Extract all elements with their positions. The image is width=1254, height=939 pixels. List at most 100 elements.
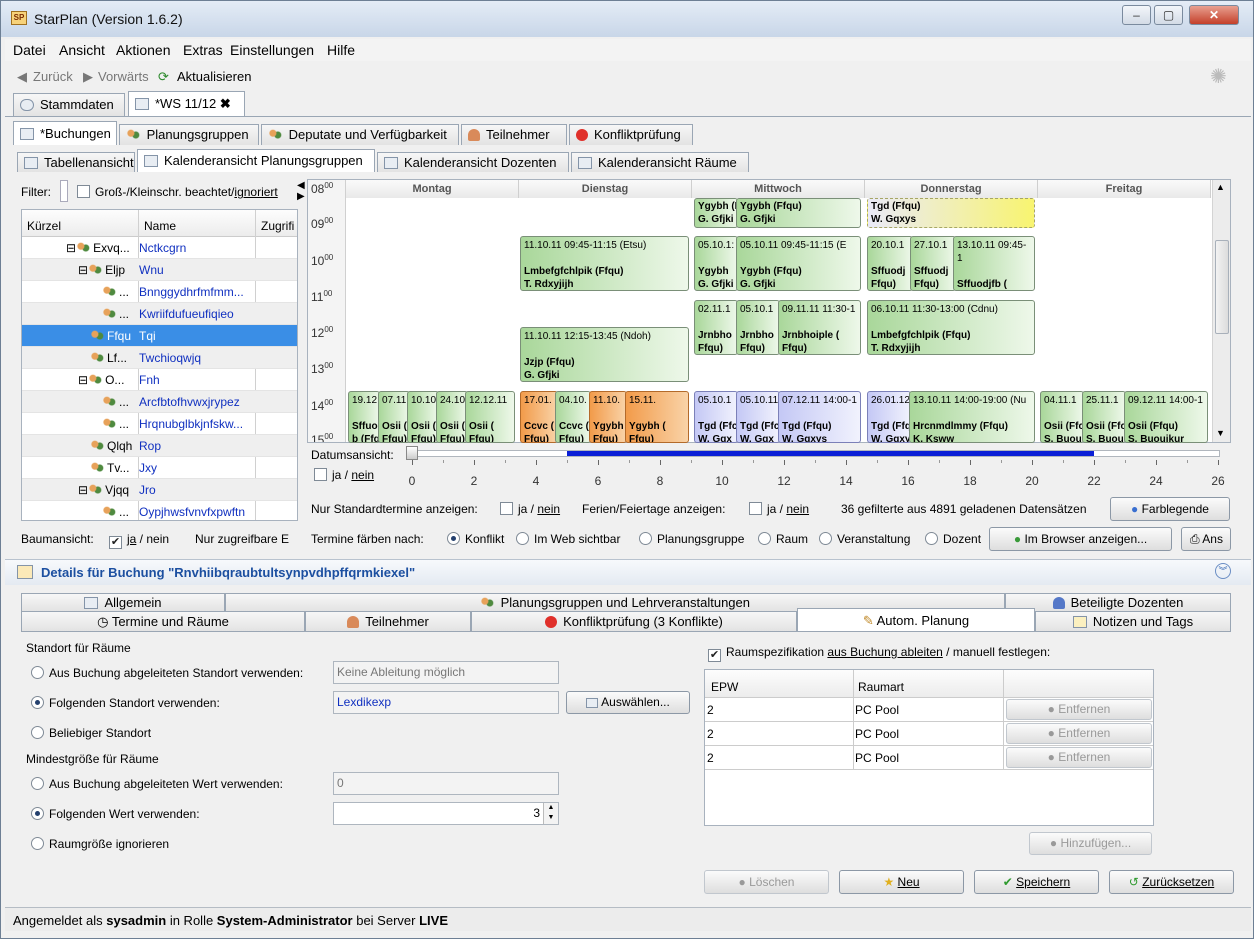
room-spec-option[interactable]: ✔ Raumspezifikation aus Buchung ableiten … xyxy=(708,645,1050,662)
forward-button[interactable]: Vorwärts xyxy=(98,69,149,84)
print-button[interactable]: ⎙ Ans xyxy=(1181,527,1231,551)
tab-beteiligte-dozenten[interactable]: Beteiligte Dozenten xyxy=(1005,593,1231,611)
tab-termine-raeume[interactable]: ◷ Termine und Räume xyxy=(21,611,305,631)
tab-teilnehmer[interactable]: Teilnehmer xyxy=(461,124,567,145)
event-block[interactable]: 05.10.11 09:45-11:15 (E Ygybh (Ffqu) G. G… xyxy=(736,236,861,291)
event-block[interactable]: 11.10. Ygybh Ffqu) xyxy=(589,391,627,443)
event-block[interactable]: Ygybh (Ffqu) G. Gfjki xyxy=(694,198,738,228)
event-block[interactable]: 09.12.11 14:00-1 Osii (Ffqu) S. Buoujkur xyxy=(1124,391,1208,443)
ignore-link[interactable]: ignoriert xyxy=(234,185,277,199)
room-spec-link[interactable]: aus Buchung ableiten xyxy=(827,645,942,659)
color-by-veranstaltung[interactable]: Veranstaltung xyxy=(819,532,910,546)
size-ignore-radio[interactable]: Raumgröße ignorieren xyxy=(31,837,169,851)
event-block[interactable]: 25.11.1 Osii (Ffc S. Buou xyxy=(1082,391,1126,443)
color-by-web[interactable]: Im Web sichtbar xyxy=(516,532,620,546)
tree-row[interactable]: ⊟ Exvq... Nctkcgrn xyxy=(22,237,297,259)
loc-derived-radio[interactable]: Aus Buchung abgeleiteten Standort verwen… xyxy=(31,666,303,680)
tab-teilnehmer-detail[interactable]: Teilnehmer xyxy=(305,611,471,631)
col-epw[interactable]: EPW xyxy=(711,680,738,694)
size-fixed-radio[interactable]: Folgenden Wert verwenden: xyxy=(31,807,200,821)
tree-row[interactable]: ... Oypjhwsfvnvfxpwftn xyxy=(22,501,297,520)
tab-notizen[interactable]: Notizen und Tags xyxy=(1035,611,1231,631)
calendar-scrollbar[interactable]: ▲ ▼ xyxy=(1212,180,1230,442)
add-room-button[interactable]: ● Hinzufügen... xyxy=(1029,832,1152,855)
save-button[interactable]: ✔ Speichern xyxy=(974,870,1099,894)
event-block[interactable]: Tgd (Ffqu) W. Gqxys xyxy=(867,198,1035,228)
tree-row[interactable]: Tv... Jxy xyxy=(22,457,297,479)
loc-fixed-radio[interactable]: Folgenden Standort verwenden: xyxy=(31,696,220,710)
scroll-down-icon[interactable]: ▼ xyxy=(1216,428,1225,438)
room-row[interactable]: 2 PC Pool ● Entfernen xyxy=(705,722,1153,746)
color-by-konflikt[interactable]: Konflikt xyxy=(447,532,504,546)
refresh-button[interactable]: Aktualisieren xyxy=(177,69,251,84)
event-block[interactable]: 07.11 Osii ( Ffqu) xyxy=(378,391,410,443)
back-button[interactable]: Zurück xyxy=(33,69,73,84)
collapse-icon[interactable]: ⊟ xyxy=(78,263,88,277)
color-by-planungsgruppe[interactable]: Planungsgruppe xyxy=(639,532,744,546)
tab-allgemein[interactable]: Allgemein xyxy=(21,593,225,611)
col-zugriff[interactable]: Zugrifi xyxy=(261,219,294,233)
tab-kalender-dozenten[interactable]: Kalenderansicht Dozenten xyxy=(377,152,569,172)
new-button[interactable]: ★ Neu xyxy=(839,870,964,894)
collapse-chevron-icon[interactable]: ︾ xyxy=(1215,563,1231,579)
room-row[interactable]: 2 PC Pool ● Entfernen xyxy=(705,746,1153,770)
open-browser-button[interactable]: ● Im Browser anzeigen... xyxy=(989,527,1172,551)
tree-row[interactable]: ⊟ Vjqq Jro xyxy=(22,479,297,501)
event-block[interactable]: 11.10.11 09:45-11:15 (Etsu) Lmbefgfchlpik… xyxy=(520,236,689,291)
event-block[interactable]: 02.11.1 Jrnbho Ffqu) xyxy=(694,300,738,355)
event-block[interactable]: 13.10.11 14:00-19:00 (Nu Hrcnmdlmmy (Ffqu… xyxy=(909,391,1035,443)
event-block[interactable]: 04.11.1 Osii (Ffc S. Buou xyxy=(1040,391,1084,443)
tree-view-option[interactable]: ✔ ja / nein xyxy=(109,532,169,549)
collapse-icon[interactable]: ⊟ xyxy=(78,483,88,497)
filter-input[interactable] xyxy=(60,180,68,202)
size-derived-radio[interactable]: Aus Buchung abgeleiteten Wert verwenden: xyxy=(31,777,283,791)
remove-button[interactable]: ● Entfernen xyxy=(1006,723,1152,744)
menu-ansicht[interactable]: Ansicht xyxy=(59,42,105,58)
event-block[interactable]: 06.10.11 11:30-13:00 (Cdnu) Lmbefgfchlpik… xyxy=(867,300,1035,355)
splitter-arrows-icon[interactable]: ◀ ▶ xyxy=(297,180,305,202)
scroll-thumb[interactable] xyxy=(1215,240,1229,334)
spinner-arrows-icon[interactable]: ▲ ▼ xyxy=(543,803,558,824)
standard-checkbox[interactable] xyxy=(500,502,513,515)
event-block[interactable]: 11.10.11 12:15-13:45 (Ndoh) Jzjp (Ffqu) G… xyxy=(520,327,689,382)
event-block[interactable]: 20.10.1 Sffuodj Ffqu) xyxy=(867,236,913,291)
date-range-handle[interactable] xyxy=(406,446,418,460)
menu-datei[interactable]: Datei xyxy=(13,42,46,58)
tab-deputate[interactable]: Deputate und Verfügbarkeit xyxy=(261,124,459,145)
event-block[interactable]: 27.10.1 Sffuodj Ffqu) xyxy=(910,236,956,291)
menu-einstellungen[interactable]: Einstellungen xyxy=(230,42,314,58)
date-view-checkbox[interactable] xyxy=(314,468,327,481)
tree-row[interactable]: ⊟ O... Fnh xyxy=(22,369,297,391)
event-block[interactable]: 07.12.11 14:00-1 Tgd (Ffqu) W. Gqxys xyxy=(778,391,861,443)
tree-view-nein[interactable]: nein xyxy=(146,532,169,546)
event-block[interactable]: 15.11. Ygybh ( Ffqu) xyxy=(625,391,689,443)
event-block[interactable]: 05.10.11 Tgd (Ffc W. Gqx xyxy=(736,391,780,443)
delete-button[interactable]: ● Löschen xyxy=(704,870,829,894)
event-block[interactable]: 26.01.12 Tgd (Ffq W. Gqxy xyxy=(867,391,911,443)
tab-tabellenansicht[interactable]: Tabellenansicht xyxy=(17,152,135,172)
event-block[interactable]: 13.10.11 09:45-1Sffuodjfb ( Ffqu) xyxy=(953,236,1035,291)
remove-button[interactable]: ● Entfernen xyxy=(1006,747,1152,768)
reset-button[interactable]: ↺ Zurücksetzen xyxy=(1109,870,1234,894)
col-kuerzel[interactable]: Kürzel xyxy=(27,219,61,233)
remove-button[interactable]: ● Entfernen xyxy=(1006,699,1152,720)
holiday-option[interactable]: ja / nein xyxy=(749,502,809,516)
color-by-raum[interactable]: Raum xyxy=(758,532,808,546)
holiday-checkbox[interactable] xyxy=(749,502,762,515)
tab-stammdaten[interactable]: Stammdaten xyxy=(13,93,125,116)
loc-any-radio[interactable]: Beliebiger Standort xyxy=(31,726,151,740)
event-block[interactable]: 05.10.1: Ygybh G. Gfjki xyxy=(694,236,738,291)
event-block[interactable]: 17.01. Ccvc ( Ffqu) xyxy=(520,391,558,443)
collapse-icon[interactable]: ⊟ xyxy=(78,373,88,387)
tree-view-checkbox[interactable]: ✔ xyxy=(109,536,122,549)
event-block[interactable]: 12.12.11 Osii ( Ffqu) xyxy=(465,391,515,443)
event-block[interactable]: 05.10.1 Tgd (Ffc W. Gqx xyxy=(694,391,738,443)
tree-row[interactable]: ... Hrqnubglbkjnfskw... xyxy=(22,413,297,435)
select-location-button[interactable]: Auswählen... xyxy=(566,691,690,714)
room-spec-checkbox[interactable]: ✔ xyxy=(708,649,721,662)
tree-row[interactable]: ... Kwriifdufueufiqieo xyxy=(22,303,297,325)
tab-kalender-planungsgruppen[interactable]: Kalenderansicht Planungsgruppen xyxy=(137,149,375,172)
event-block[interactable]: 04.10. Ccvc ( Ffqu) xyxy=(555,391,591,443)
tab-planungsgruppen[interactable]: Planungsgruppen xyxy=(119,124,259,145)
maximize-button[interactable]: ▢ xyxy=(1154,5,1183,25)
